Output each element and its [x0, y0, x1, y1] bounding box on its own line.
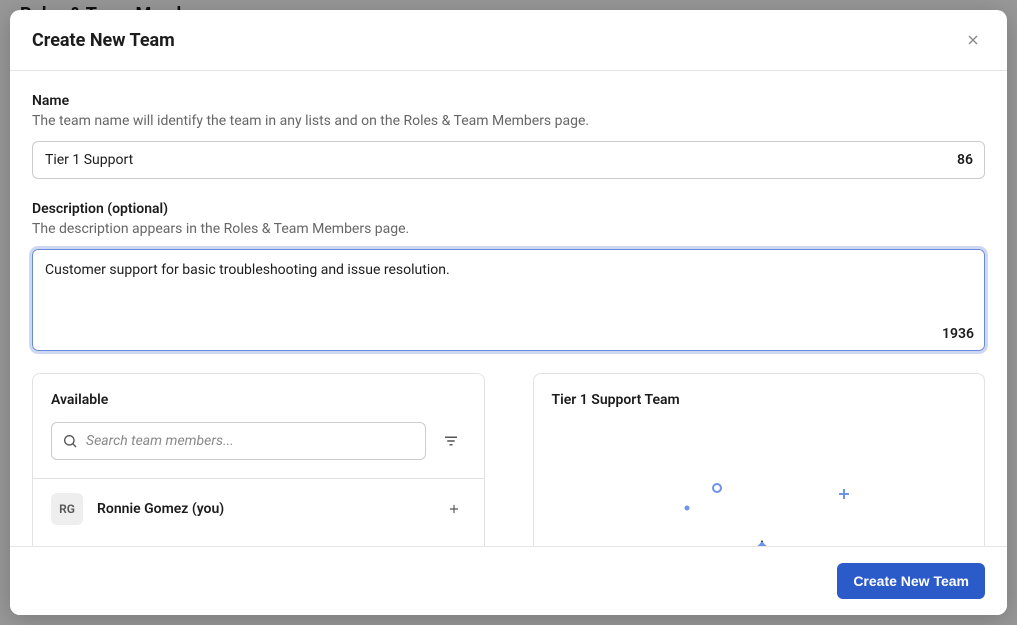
search-icon — [62, 433, 78, 449]
team-description-input[interactable] — [33, 250, 984, 346]
add-member-button[interactable] — [442, 497, 466, 521]
member-name: Ronnie Gomez (you) — [97, 501, 428, 517]
description-help: The description appears in the Roles & T… — [32, 221, 985, 237]
modal-body: Name The team name will identify the tea… — [10, 71, 1007, 546]
plus-icon — [447, 502, 461, 516]
team-panel: Tier 1 Support Team — [533, 373, 986, 546]
name-char-count: 86 — [957, 152, 973, 168]
name-help: The team name will identify the team in … — [32, 113, 985, 129]
modal-header: Create New Team — [10, 10, 1007, 71]
create-team-modal: Create New Team Name The team name will … — [10, 10, 1007, 615]
team-panel-title: Tier 1 Support Team — [534, 374, 985, 422]
modal-title: Create New Team — [32, 30, 175, 51]
description-char-count: 1936 — [942, 326, 974, 342]
member-row: RG Ronnie Gomez (you) — [33, 479, 484, 539]
empty-state-illustration — [534, 422, 985, 546]
filter-button[interactable] — [436, 422, 466, 460]
create-team-button[interactable]: Create New Team — [837, 563, 985, 599]
description-label: Description (optional) — [32, 201, 985, 217]
available-title: Available — [33, 374, 484, 422]
close-icon — [965, 32, 981, 48]
search-members-input[interactable] — [78, 433, 415, 449]
modal-footer: Create New Team — [10, 546, 1007, 615]
name-label: Name — [32, 93, 985, 109]
team-name-input[interactable] — [32, 141, 985, 179]
close-button[interactable] — [961, 28, 985, 52]
search-input-wrapper[interactable] — [51, 422, 426, 460]
avatar: RG — [51, 493, 83, 525]
available-panel: Available RG Ronnie Gomez (you) — [32, 373, 485, 546]
filter-icon — [442, 432, 460, 450]
